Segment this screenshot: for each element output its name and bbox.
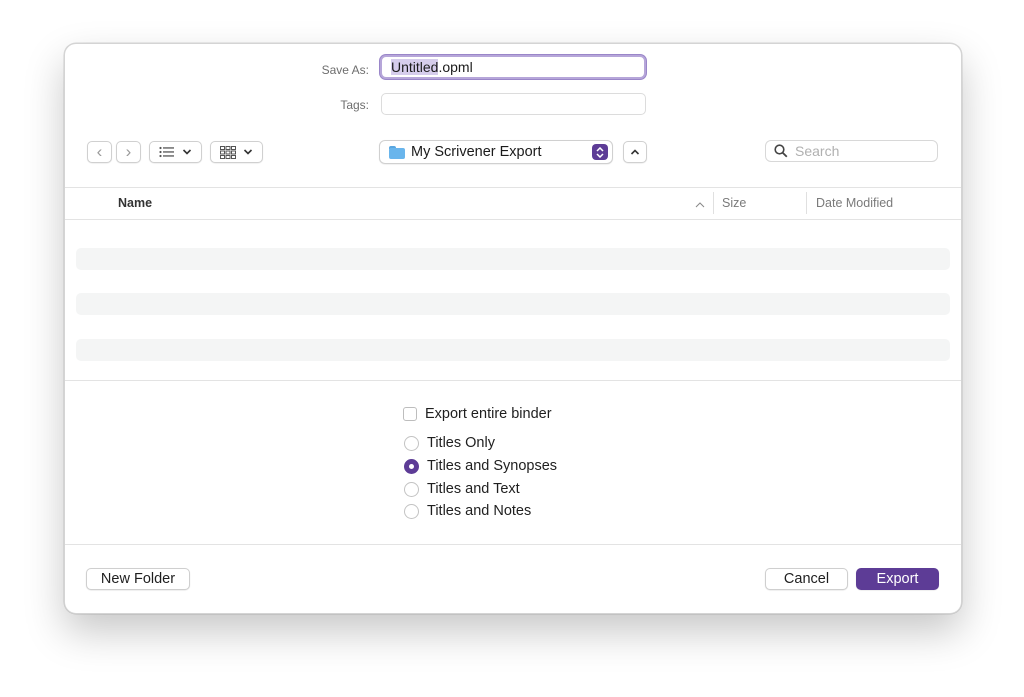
- column-header-name[interactable]: Name: [118, 196, 152, 210]
- radio-button-selected[interactable]: [404, 458, 419, 474]
- column-header-date-modified[interactable]: Date Modified: [816, 196, 893, 210]
- divider: [65, 187, 961, 188]
- radio-button[interactable]: [404, 503, 419, 519]
- radio-label: Titles and Synopses: [427, 458, 558, 474]
- column-separator[interactable]: [806, 192, 807, 214]
- empty-row-stripe: [76, 248, 950, 270]
- export-entire-binder-label: Export entire binder: [425, 406, 552, 422]
- empty-row-stripe: [76, 339, 950, 361]
- chevron-down-icon: [243, 149, 253, 155]
- radio-titles-and-synopses[interactable]: Titles and Synopses: [404, 458, 557, 474]
- column-header-size[interactable]: Size: [722, 196, 746, 210]
- back-button[interactable]: ‹: [87, 141, 112, 163]
- search-placeholder: Search: [795, 143, 840, 159]
- divider: [65, 219, 961, 220]
- chevron-down-icon: [182, 149, 192, 155]
- export-save-dialog: Save As: Untitled.opml Tags: ‹ › My Scri…: [64, 43, 962, 614]
- chevron-right-icon: ›: [125, 142, 132, 161]
- checkbox-box[interactable]: [403, 407, 417, 421]
- radio-titles-and-text[interactable]: Titles and Text: [404, 481, 520, 497]
- export-button[interactable]: Export: [856, 568, 939, 590]
- up-down-stepper-icon: [592, 144, 608, 160]
- list-icon: [159, 146, 174, 158]
- radio-titles-only[interactable]: Titles Only: [404, 435, 495, 451]
- chevron-left-icon: ‹: [96, 142, 103, 161]
- radio-button[interactable]: [404, 481, 419, 497]
- radio-button[interactable]: [404, 435, 419, 451]
- folder-icon: [389, 145, 405, 159]
- cancel-button[interactable]: Cancel: [765, 568, 848, 590]
- radio-label: Titles Only: [427, 435, 495, 451]
- tags-field[interactable]: [381, 93, 646, 115]
- column-separator[interactable]: [713, 192, 714, 214]
- divider: [65, 380, 961, 381]
- new-folder-button[interactable]: New Folder: [86, 568, 190, 590]
- filename-field[interactable]: Untitled.opml: [380, 55, 646, 79]
- radio-titles-and-notes[interactable]: Titles and Notes: [404, 503, 531, 519]
- location-folder-name: My Scrivener Export: [411, 144, 542, 160]
- empty-row-stripe: [76, 293, 950, 315]
- filename-extension: .opml: [438, 59, 473, 75]
- export-entire-binder-checkbox[interactable]: Export entire binder: [403, 406, 552, 422]
- radio-label: Titles and Notes: [427, 503, 532, 519]
- chevron-up-icon: [630, 149, 640, 155]
- grid-icon: [220, 145, 236, 159]
- forward-button[interactable]: ›: [116, 141, 141, 163]
- radio-label: Titles and Text: [427, 481, 520, 497]
- sort-ascending-icon[interactable]: [695, 202, 705, 208]
- grid-view-button[interactable]: [210, 141, 263, 163]
- search-icon: [774, 144, 788, 158]
- search-input[interactable]: Search: [765, 140, 938, 162]
- save-as-label: Save As:: [321, 63, 369, 77]
- collapse-browser-button[interactable]: [623, 141, 647, 163]
- tags-label: Tags:: [340, 98, 369, 112]
- divider: [65, 544, 961, 545]
- location-popup[interactable]: My Scrivener Export: [379, 140, 613, 164]
- filename-selected-text: Untitled: [391, 59, 439, 75]
- list-view-button[interactable]: [149, 141, 202, 163]
